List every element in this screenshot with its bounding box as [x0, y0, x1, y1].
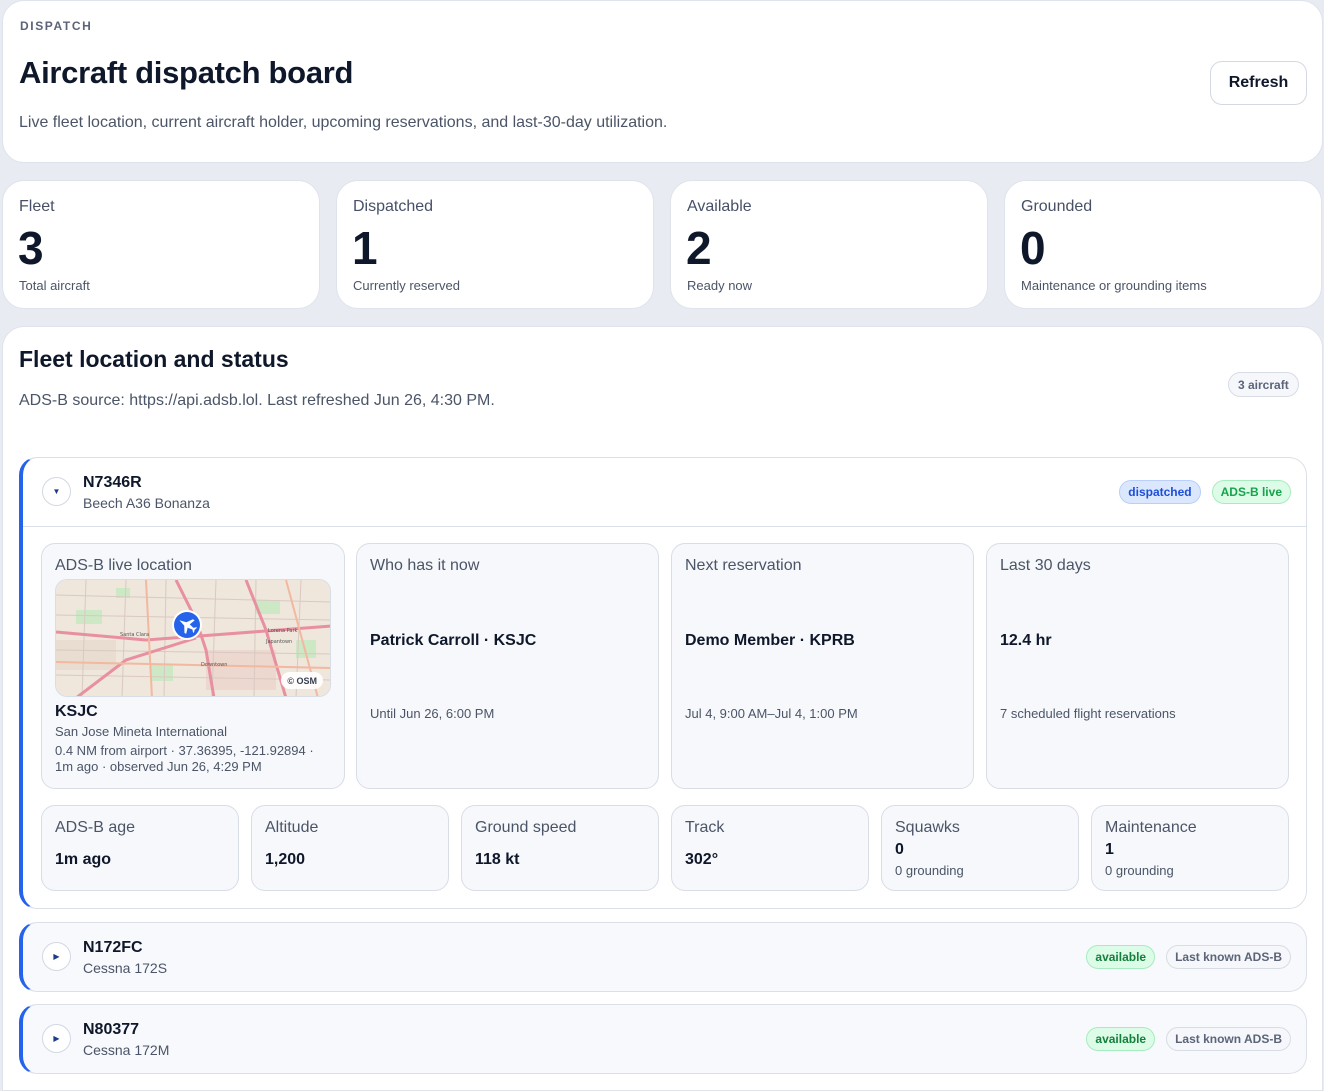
section-title: Fleet location and status: [19, 346, 289, 372]
aircraft-card-header[interactable]: ▼ N7346R Beech A36 Bonanza dispatched AD…: [23, 458, 1306, 526]
airport-code: KSJC: [55, 703, 98, 720]
location-map[interactable]: Santa Clara Lorena Park Japantown Downto…: [55, 579, 331, 697]
aircraft-count-badge: 3 aircraft: [1228, 372, 1299, 397]
aircraft-card-n7346r: ▼ N7346R Beech A36 Bonanza dispatched AD…: [19, 457, 1307, 909]
stat-note: Maintenance or grounding items: [1021, 278, 1207, 293]
status-badge: available: [1086, 1027, 1156, 1051]
osm-attribution[interactable]: © OSM: [281, 672, 323, 689]
stat-card-grounded: Grounded 0 Maintenance or grounding item…: [1004, 180, 1322, 309]
metric-label: Squawks: [895, 819, 960, 836]
adsb-badge: Last known ADS-B: [1166, 1027, 1291, 1051]
map-label: Santa Clara: [120, 632, 149, 638]
metric-track: Track 302°: [671, 805, 869, 891]
metric-adsb-age: ADS-B age 1m ago: [41, 805, 239, 891]
metric-altitude: Altitude 1,200: [251, 805, 449, 891]
eyebrow: DISPATCH: [20, 19, 93, 33]
aircraft-card-header[interactable]: ▶ N80377 Cessna 172M available Last know…: [23, 1005, 1306, 1073]
stat-label: Fleet: [19, 198, 55, 215]
metric-value: 1: [1105, 841, 1114, 858]
chevron-right-icon[interactable]: ▶: [42, 1024, 71, 1053]
tail-number: N80377: [83, 1021, 140, 1038]
metric-value: 1m ago: [55, 851, 112, 868]
metric-value: 302°: [685, 851, 719, 868]
stat-label: Grounded: [1021, 198, 1093, 215]
utilization-reservations: 7 scheduled flight reservations: [1000, 706, 1176, 721]
metric-value: 0: [895, 841, 904, 858]
stat-label: Available: [687, 198, 752, 215]
adsb-badge: ADS-B live: [1211, 480, 1291, 504]
metric-squawks: Squawks 0 0 grounding: [881, 805, 1079, 891]
page-subtitle: Live fleet location, current aircraft ho…: [19, 114, 668, 131]
metric-label: Ground speed: [475, 819, 577, 836]
aircraft-card-header[interactable]: ▶ N172FC Cessna 172S available Last know…: [23, 923, 1306, 991]
tile-label: Who has it now: [370, 557, 480, 574]
status-badge: available: [1086, 945, 1156, 969]
metric-label: Track: [685, 819, 725, 836]
divider: [23, 526, 1306, 527]
stat-card-dispatched: Dispatched 1 Currently reserved: [336, 180, 654, 309]
map-label: Downtown: [201, 662, 227, 668]
holder-name: Patrick Carroll · KSJC: [370, 632, 537, 649]
aircraft-model: Cessna 172M: [83, 1042, 170, 1058]
stat-card-fleet: Fleet 3 Total aircraft: [2, 180, 320, 309]
stat-note: Currently reserved: [353, 278, 460, 293]
metric-maintenance: Maintenance 1 0 grounding: [1091, 805, 1289, 891]
metric-ground-speed: Ground speed 118 kt: [461, 805, 659, 891]
metric-value: 1,200: [265, 851, 306, 868]
map-label: Japantown: [265, 639, 292, 645]
tail-number: N7346R: [83, 474, 142, 491]
metric-label: Maintenance: [1105, 819, 1197, 836]
utilization-tile: Last 30 days 12.4 hr 7 scheduled flight …: [986, 543, 1289, 789]
tile-label: Last 30 days: [1000, 557, 1091, 574]
map-label: Lorena Park: [268, 628, 298, 634]
tile-label: Next reservation: [685, 557, 802, 574]
fleet-panel: Fleet location and status ADS-B source: …: [2, 326, 1323, 1091]
adsb-source-text: ADS-B source: https://api.adsb.lol. Last…: [19, 392, 495, 409]
stat-value: 2: [686, 222, 712, 274]
utilization-hours: 12.4 hr: [1000, 632, 1052, 649]
aircraft-card-n172fc[interactable]: ▶ N172FC Cessna 172S available Last know…: [19, 922, 1307, 992]
location-details: 0.4 NM from airport · 37.36395, -121.928…: [55, 743, 314, 774]
location-tile: ADS-B live location Santa Clara Lorena P…: [41, 543, 345, 789]
stat-card-available: Available 2 Ready now: [670, 180, 988, 309]
metric-note: 0 grounding: [895, 863, 964, 878]
tail-number: N172FC: [83, 939, 143, 956]
status-badge: dispatched: [1119, 480, 1201, 504]
stat-note: Ready now: [687, 278, 753, 293]
aircraft-model: Beech A36 Bonanza: [83, 495, 210, 511]
stat-note: Total aircraft: [19, 278, 90, 293]
metric-value: 118 kt: [475, 851, 520, 868]
airport-name: San Jose Mineta International: [55, 724, 227, 739]
reservation-holder: Demo Member · KPRB: [685, 632, 855, 649]
adsb-badge: Last known ADS-B: [1166, 945, 1291, 969]
aircraft-model: Cessna 172S: [83, 960, 168, 976]
page-header: DISPATCH Aircraft dispatch board Live fl…: [2, 0, 1323, 163]
stat-value: 0: [1020, 222, 1046, 274]
next-reservation-tile: Next reservation Demo Member · KPRB Jul …: [671, 543, 974, 789]
reservation-time: Jul 4, 9:00 AM–Jul 4, 1:00 PM: [685, 706, 858, 721]
page-title: Aircraft dispatch board: [19, 55, 354, 90]
stat-label: Dispatched: [353, 198, 434, 215]
metric-note: 0 grounding: [1105, 863, 1174, 878]
chevron-right-icon[interactable]: ▶: [42, 942, 71, 971]
stat-value: 1: [352, 222, 378, 274]
aircraft-card-n80377[interactable]: ▶ N80377 Cessna 172M available Last know…: [19, 1004, 1307, 1074]
tile-label: ADS-B live location: [55, 557, 192, 574]
refresh-button[interactable]: Refresh: [1210, 61, 1307, 105]
holder-until: Until Jun 26, 6:00 PM: [370, 706, 495, 721]
chevron-down-icon[interactable]: ▼: [42, 477, 71, 506]
holder-tile: Who has it now Patrick Carroll · KSJC Un…: [356, 543, 659, 789]
metric-label: Altitude: [265, 819, 319, 836]
stat-value: 3: [18, 222, 44, 274]
metric-label: ADS-B age: [55, 819, 136, 836]
